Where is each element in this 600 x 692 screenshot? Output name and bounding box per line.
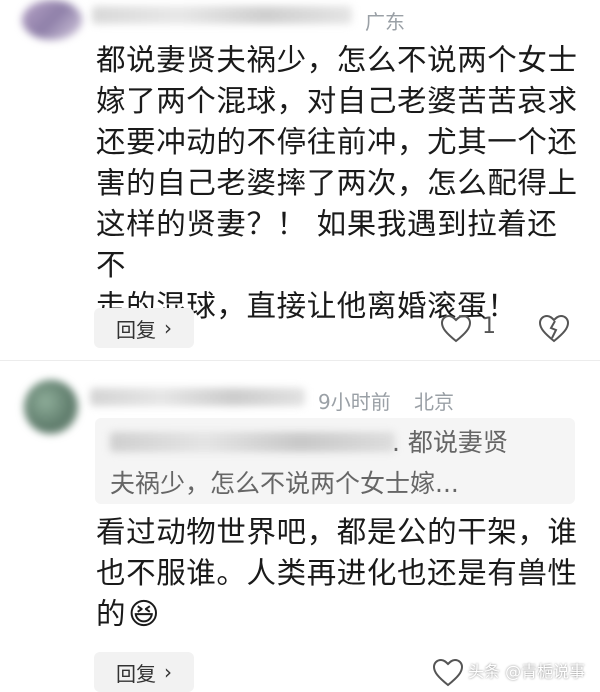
comment-line: 的 😆 (96, 594, 586, 635)
comment-time: 9小时前 (318, 390, 391, 414)
reply-button[interactable]: 回复 › (94, 308, 194, 348)
reply-button[interactable]: 回复 › (94, 652, 194, 692)
comment-text: 看过动物世界吧，都是公的干架，谁 也不服谁。人类再进化也还是有兽性 的 😆 (96, 512, 586, 635)
like-icon[interactable] (440, 314, 472, 344)
chevron-right-icon: › (164, 660, 172, 684)
chevron-right-icon: › (164, 316, 172, 340)
comment-location: 北京 (414, 390, 454, 414)
comment-line: 害的自己老婆摔了两次，怎么配得上 (96, 166, 578, 200)
avatar[interactable] (24, 380, 78, 434)
quoted-text: 夫祸少，怎么不说两个女士嫁... (110, 469, 459, 498)
like-icon[interactable] (432, 658, 464, 688)
comment-line: 这样的贤妻？！ 如果我遇到拉着还不 (96, 207, 558, 282)
quoted-username-blurred (110, 432, 395, 452)
reply-label: 回复 (116, 317, 156, 342)
username-blurred[interactable] (90, 388, 305, 406)
comment-line: 也不服谁。人类再进化也还是有兽性 (96, 556, 578, 590)
comment-text: 都说妻贤夫祸少，怎么不说两个女士 嫁了两个混球，对自己老婆苦苦哀求 还要冲动的不… (96, 40, 586, 327)
comment-line: 都说妻贤夫祸少，怎么不说两个女士 (96, 43, 578, 77)
laughing-emoji-icon: 😆 (128, 597, 160, 632)
dislike-icon[interactable] (538, 314, 570, 344)
comment-location: 广东 (365, 10, 405, 34)
divider (0, 360, 600, 361)
comment-line: 嫁了两个混球，对自己老婆苦苦哀求 (96, 84, 578, 118)
comment-line-text: 的 (96, 597, 127, 631)
reply-label: 回复 (116, 661, 156, 686)
like-count: 1 (482, 314, 496, 339)
avatar[interactable] (22, 0, 82, 40)
watermark: 头条 @青梔说事 (468, 662, 586, 681)
username-blurred[interactable] (92, 6, 352, 24)
quoted-text: . 都说妻贤 (392, 428, 508, 457)
comment-line: 看过动物世界吧，都是公的干架，谁 (96, 515, 578, 549)
comment-line: 还要冲动的不停往前冲，尤其一个还 (96, 125, 578, 159)
